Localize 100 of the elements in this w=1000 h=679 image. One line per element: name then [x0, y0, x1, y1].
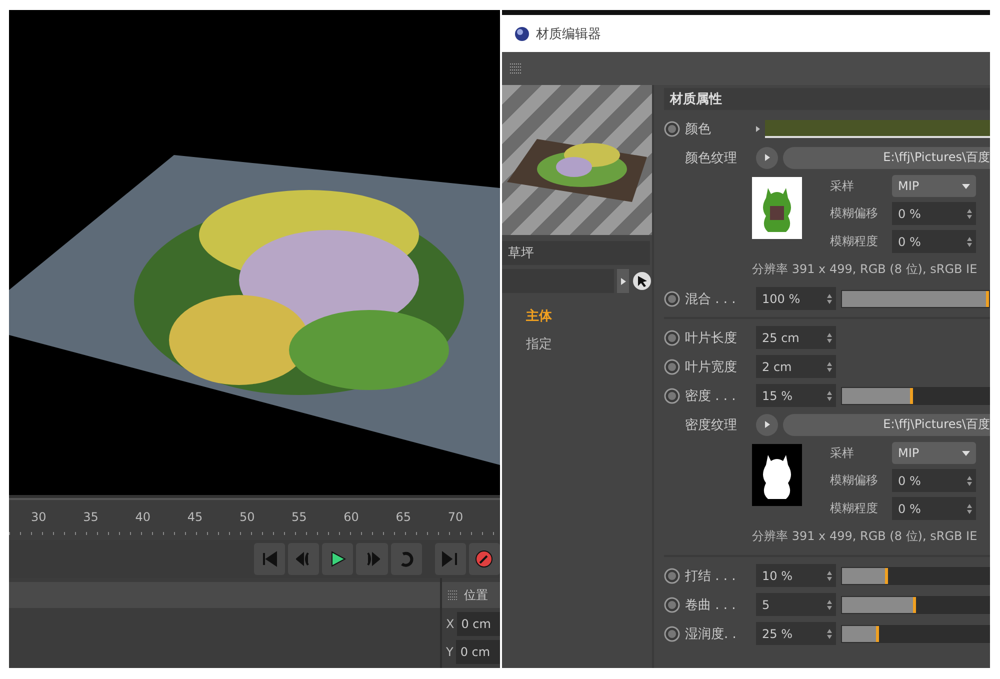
value-field[interactable]: 0 %	[892, 202, 976, 225]
axis-label: Y	[446, 645, 454, 659]
play-small-icon	[764, 154, 770, 161]
param-label: 颜色纹理	[685, 150, 738, 166]
blur-offset-label: 模糊偏移	[830, 205, 879, 222]
texture-menu-button[interactable]	[756, 414, 778, 436]
transport-button[interactable]	[468, 543, 500, 575]
param-label: 混合 . . .	[685, 290, 737, 308]
param-label: 颜色	[685, 120, 712, 138]
radio-button[interactable]	[664, 358, 680, 374]
material-name-field[interactable]: 草坪	[502, 241, 650, 265]
slider-fill[interactable]	[842, 388, 913, 404]
spinner-arrows-icon[interactable]	[827, 390, 832, 400]
value-text: 100 %	[762, 292, 800, 306]
slider-fill[interactable]	[842, 568, 888, 584]
slider-fill[interactable]	[842, 626, 879, 642]
radio-button[interactable]	[664, 120, 680, 136]
sampling-dropdown[interactable]: MIP	[892, 175, 976, 197]
slider-fill[interactable]	[842, 596, 916, 612]
value-field[interactable]: 10 %	[756, 564, 836, 587]
channel-item[interactable]: 指定	[502, 329, 652, 357]
value-field[interactable]: 25 cm	[756, 326, 836, 349]
blur-amount-label: 模糊程度	[830, 233, 879, 250]
spinner-arrows-icon[interactable]	[827, 628, 832, 638]
expand-arrow-icon[interactable]	[756, 126, 760, 132]
frame-number: 35	[83, 509, 100, 526]
value-field[interactable]: 25 %	[756, 622, 836, 645]
sampling-dropdown[interactable]: MIP	[892, 442, 976, 464]
caret-icon	[962, 450, 970, 456]
grip-icon[interactable]	[510, 62, 522, 74]
sampling-label: 采样	[830, 444, 855, 462]
loop-icon	[398, 551, 414, 567]
spinner-arrows-icon[interactable]	[967, 208, 972, 218]
value-text: 5	[762, 598, 770, 612]
spinner-arrows-icon[interactable]	[827, 570, 832, 580]
frame-number: 60	[344, 509, 360, 526]
param-label: 叶片长度	[685, 330, 738, 346]
blur-offset-label: 模糊偏移	[830, 472, 879, 489]
value-field[interactable]: 2 cm	[756, 355, 836, 378]
slider-track[interactable]	[841, 386, 990, 404]
resolution-text: 分辨率 391 x 499, RGB (8 位), sRGB IE	[751, 261, 978, 278]
value-field[interactable]: 100 %	[756, 287, 836, 310]
param-label: 密度 . . .	[685, 388, 737, 404]
frame-number: 55	[292, 509, 308, 526]
spinner-arrows-icon[interactable]	[827, 362, 832, 372]
value-field[interactable]: 0 %	[892, 230, 976, 253]
play-icon	[330, 551, 346, 567]
value-text: 0 %	[898, 502, 921, 516]
window-title: 材质编辑器	[536, 26, 601, 42]
spinner-arrows-icon[interactable]	[827, 294, 832, 304]
param-label: 湿润度. .	[685, 626, 738, 642]
value-text: 15 %	[762, 388, 792, 402]
spinner-arrows-icon[interactable]	[827, 600, 832, 610]
param-label: 打结 . . .	[685, 568, 737, 584]
radio-button[interactable]	[664, 388, 680, 404]
radio-button[interactable]	[664, 290, 680, 306]
texture-path-field[interactable]: E:\ffj\Pictures\百度	[783, 414, 990, 436]
param-label: 卷曲 . . .	[685, 596, 737, 614]
value-field[interactable]: 0 %	[892, 497, 976, 520]
transport-button[interactable]	[322, 543, 354, 575]
cursor-icon[interactable]	[632, 271, 652, 291]
radio-button[interactable]	[664, 596, 680, 612]
frame-number: 50	[239, 509, 256, 526]
dropdown-field[interactable]	[502, 269, 614, 293]
value-text: 10 %	[762, 568, 792, 582]
value-text: 2 cm	[762, 360, 792, 374]
record-icon	[475, 550, 494, 568]
resolution-text: 分辨率 391 x 499, RGB (8 位), sRGB IE	[751, 528, 978, 545]
coordinate-field[interactable]: 0 cm	[457, 612, 500, 636]
axis-label: X	[446, 617, 454, 631]
slider-track[interactable]	[841, 596, 990, 614]
coordinate-field[interactable]: 0 cm	[456, 640, 500, 664]
value-text: 0 %	[898, 206, 921, 220]
spinner-arrows-icon[interactable]	[967, 236, 972, 246]
texture-path-field[interactable]: E:\ffj\Pictures\百度	[783, 146, 990, 168]
value-field[interactable]: 5	[756, 593, 836, 616]
caret-icon	[962, 184, 970, 188]
frame-number: 65	[396, 509, 412, 526]
value-field[interactable]: 15 %	[756, 384, 836, 407]
slider-track[interactable]	[841, 624, 990, 642]
panel-title: 位置	[464, 586, 488, 604]
value-field[interactable]: 0 %	[892, 469, 976, 492]
texture-menu-button[interactable]	[756, 146, 778, 168]
spinner-arrows-icon[interactable]	[967, 476, 972, 486]
spinner-arrows-icon[interactable]	[967, 504, 972, 514]
frame-number: 40	[135, 509, 152, 526]
value-text: 0 %	[898, 474, 921, 488]
channel-item[interactable]: 主体	[502, 301, 652, 329]
spinner-arrows-icon[interactable]	[827, 332, 832, 342]
radio-button[interactable]	[664, 626, 680, 642]
param-label: 密度纹理	[685, 416, 738, 434]
play-small-icon	[620, 278, 626, 284]
radio-button[interactable]	[664, 568, 680, 584]
sampling-label: 采样	[830, 178, 855, 194]
color-swatch[interactable]	[765, 120, 990, 138]
grip-icon	[448, 590, 458, 600]
arrow-button[interactable]	[617, 269, 629, 293]
value-text: 25 %	[762, 626, 792, 640]
slider-track[interactable]	[841, 566, 990, 584]
radio-button[interactable]	[664, 330, 680, 346]
